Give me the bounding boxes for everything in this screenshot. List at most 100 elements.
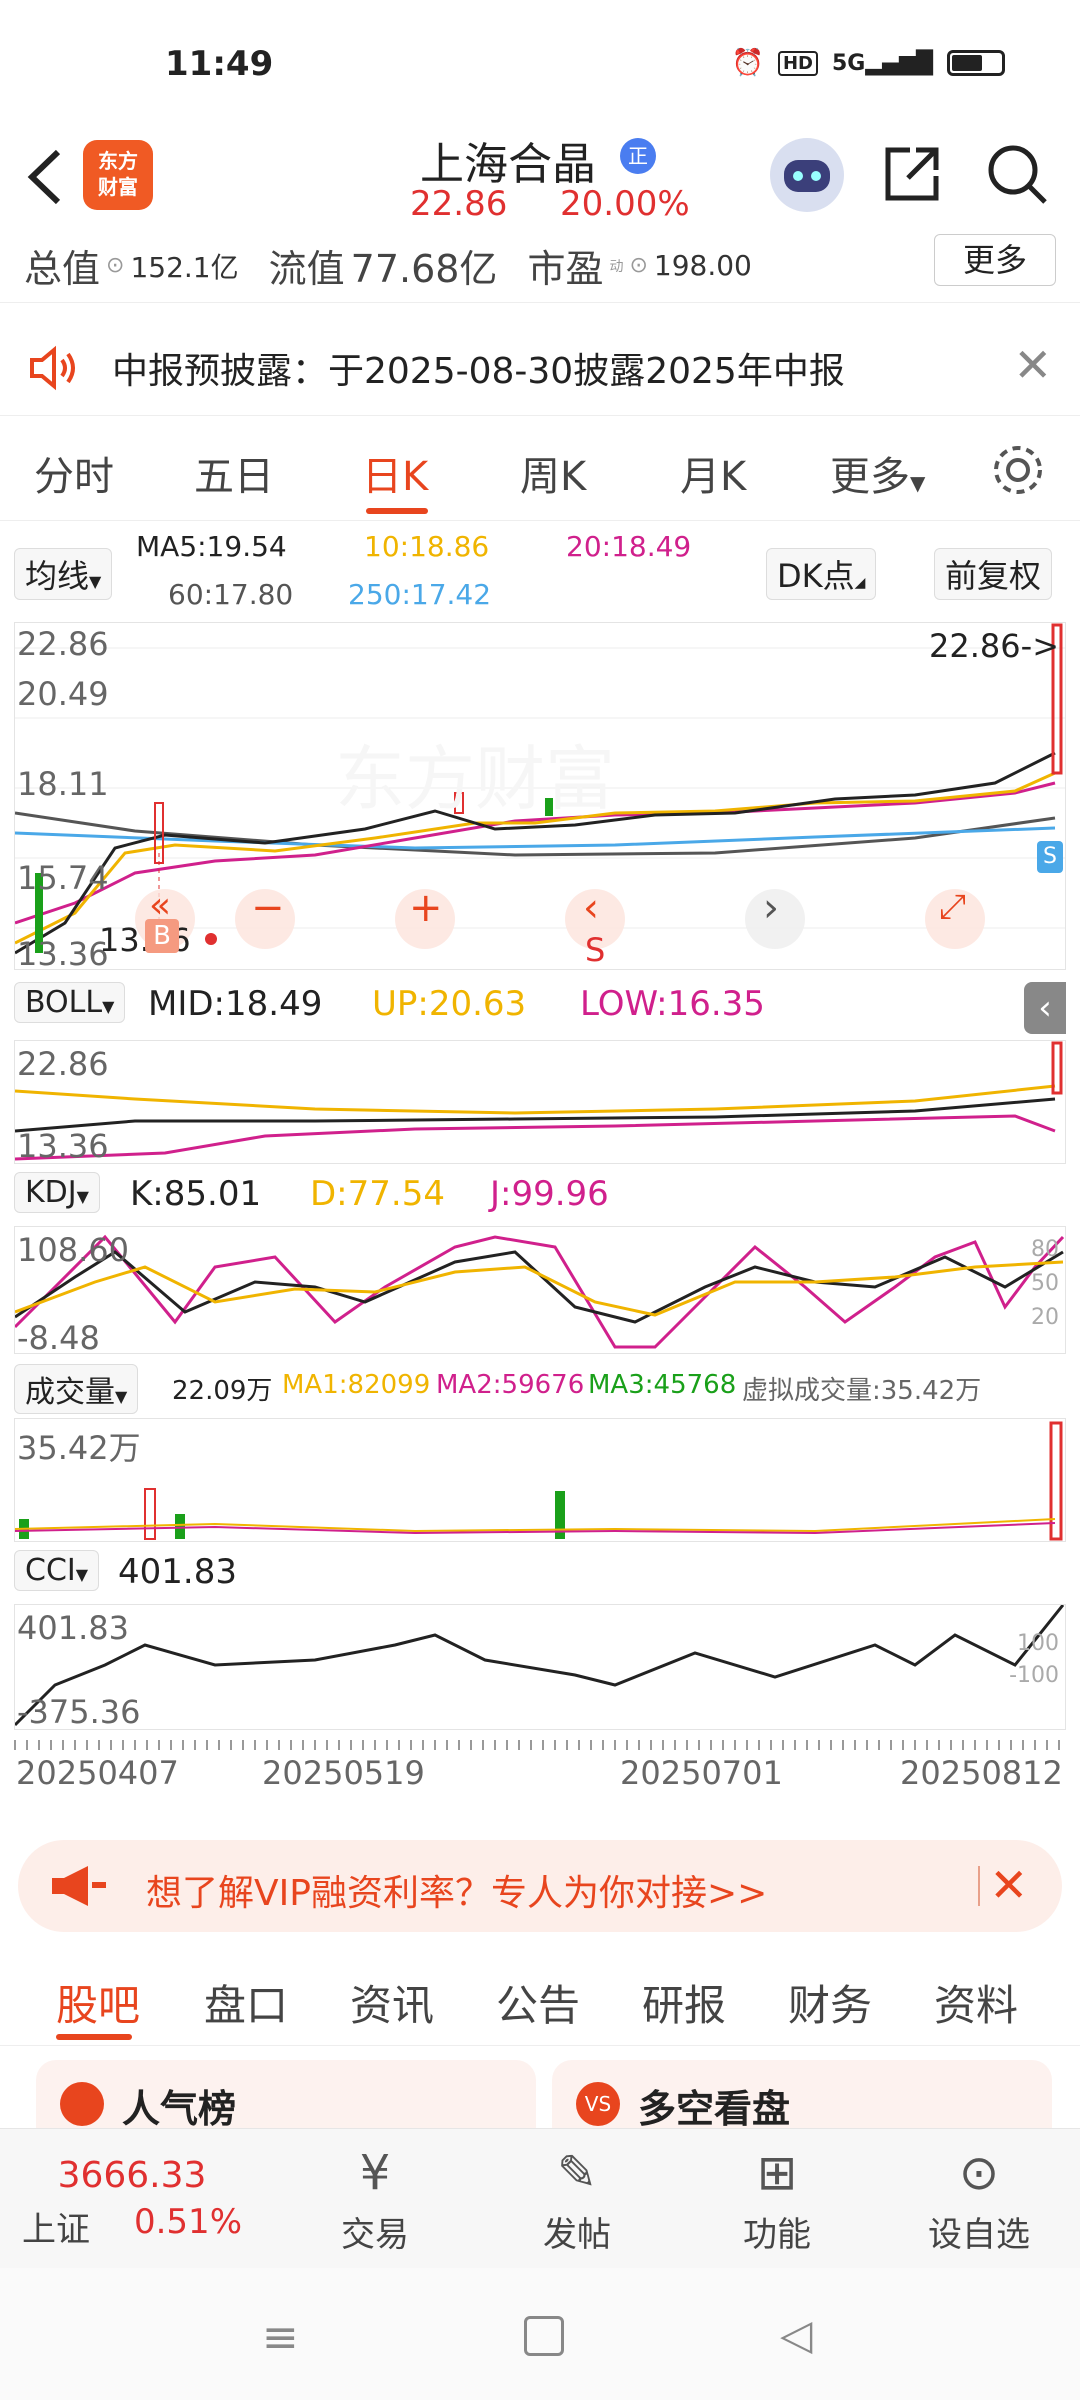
ma5-value: MA5:19.54 <box>136 530 287 563</box>
volume-plot <box>15 1421 1063 1541</box>
kdj-ref-80: 80 <box>1031 1237 1059 1262</box>
more-metrics-button[interactable]: 更多 <box>934 234 1056 286</box>
ai-assistant-icon[interactable] <box>770 138 844 212</box>
ma-selector[interactable]: 均线▼ <box>14 548 113 600</box>
trade-label: 交易 <box>341 2215 409 2255</box>
popularity-card[interactable]: 人气榜 <box>36 2060 536 2131</box>
search-icon[interactable] <box>985 142 1049 206</box>
app-logo[interactable]: 东方 财富 <box>83 140 153 210</box>
vs-icon: VS <box>576 2082 620 2126</box>
status-bar: 11:49 ⏰ HD 5G▂▄▆█ <box>0 0 1080 120</box>
volume-selector[interactable]: 成交量▼ <box>14 1364 139 1414</box>
tab-finance[interactable]: 财务 <box>788 1972 872 2033</box>
functions-label: 功能 <box>743 2215 811 2255</box>
tab-five-day[interactable]: 五日 <box>194 444 274 502</box>
home-icon[interactable] <box>524 2316 564 2356</box>
tab-daily-k[interactable]: 日K <box>362 444 428 502</box>
boll-legend: BOLL▼ MID:18.49 UP:20.63 LOW:16.35 ‹ <box>14 978 1066 1038</box>
stock-metrics-bar: 总值 ⊙ 152.1亿 流值 77.68亿 市盈 动 ⊙ 198.00 更多 <box>0 230 1080 303</box>
bull-bear-card[interactable]: VS 多空看盘 <box>552 2060 1052 2131</box>
chevron-double-left-icon[interactable]: « <box>149 885 171 926</box>
tab-profile[interactable]: 资料 <box>934 1972 1018 2033</box>
promo-banner[interactable]: 想了解VIP融资利率？专人为你对接>> ✕ <box>18 1840 1062 1932</box>
dk-point-button[interactable]: DK点◢ <box>766 548 877 600</box>
tab-announcements[interactable]: 公告 <box>496 1972 580 2033</box>
collapse-panel-icon[interactable]: ‹ <box>1024 982 1066 1034</box>
cci-value: 401.83 <box>118 1552 237 1592</box>
boll-up: UP:20.63 <box>372 984 527 1024</box>
boll-mid: MID:18.49 <box>148 984 323 1024</box>
date-label-1: 20250407 <box>16 1754 179 1792</box>
volume-chart[interactable]: 35.42万 <box>14 1418 1066 1542</box>
index-widget[interactable]: 3666.33 上证 0.51% <box>22 2155 242 2251</box>
axis-level2: 20.49 <box>17 675 109 713</box>
adjust-button[interactable]: 前复权 <box>934 548 1053 600</box>
sell-marker[interactable]: S <box>585 931 605 969</box>
chevron-right-icon[interactable]: › <box>763 885 779 931</box>
index-value: 3666.33 <box>57 2155 207 2196</box>
tab-orderbook[interactable]: 盘口 <box>204 1972 288 2033</box>
total-value: 152.1亿 <box>130 250 239 284</box>
logo-text-2: 财富 <box>98 175 138 199</box>
pe-value: 198.00 <box>653 249 752 282</box>
post-button[interactable]: ✎ 发帖 <box>512 2145 642 2256</box>
cci-selector[interactable]: CCI▼ <box>14 1550 100 1591</box>
functions-button[interactable]: ⊞ 功能 <box>712 2145 842 2256</box>
index-change: 0.51% <box>133 2202 242 2242</box>
chart-icon <box>60 2082 104 2126</box>
boll-axis-high: 22.86 <box>17 1045 109 1083</box>
main-kline-chart[interactable]: 东方财富 22.86 20.49 18.11 15.74 13.36 22.86… <box>14 622 1066 973</box>
kdj-legend: KDJ▼ K:85.01 D:77.54 J:99.96 <box>14 1166 1066 1226</box>
share-icon[interactable] <box>880 142 944 206</box>
alarm-icon: ⏰ <box>731 48 764 78</box>
volume-value: 22.09万 <box>172 1376 273 1406</box>
chevron-left-icon <box>27 149 61 205</box>
tab-monthly-k[interactable]: 月K <box>680 444 746 502</box>
kdj-selector-label: KDJ <box>25 1175 77 1210</box>
cci-axis-high: 401.83 <box>17 1609 129 1647</box>
add-watchlist-button[interactable]: ⊙ 设自选 <box>914 2145 1044 2256</box>
active-tab-indicator <box>366 508 428 514</box>
kdj-chart[interactable]: 108.60 -8.48 80 50 20 <box>14 1226 1066 1357</box>
zoom-out-icon[interactable]: − <box>251 885 285 931</box>
date-label-3: 20250701 <box>620 1754 783 1792</box>
promo-text: 想了解VIP融资利率？专人为你对接>> <box>146 1873 768 1914</box>
tab-weekly-k[interactable]: 周K <box>520 444 586 502</box>
kdj-k: K:85.01 <box>130 1174 262 1214</box>
boll-selector-label: BOLL <box>25 985 103 1020</box>
boll-chart[interactable]: 22.86 13.36 <box>14 1040 1066 1165</box>
zoom-in-icon[interactable]: + <box>409 885 443 931</box>
index-name: 上证 <box>22 2210 90 2250</box>
post-label: 发帖 <box>543 2215 611 2255</box>
notice-bar[interactable]: 中报预披露：于2025-08-30披露2025年中报 ✕ <box>0 320 1080 416</box>
notice-text: 中报预披露：于2025-08-30披露2025年中报 <box>112 351 845 392</box>
chevron-left-icon[interactable]: ‹ <box>583 885 599 931</box>
axis-level4: 15.74 <box>17 859 109 897</box>
tab-news[interactable]: 资讯 <box>350 1972 434 2033</box>
tab-intraday[interactable]: 分时 <box>34 444 114 502</box>
content-tabs: 股吧 盘口 资讯 公告 研报 财务 资料 <box>0 1950 1080 2046</box>
trade-button[interactable]: ¥ 交易 <box>310 2145 440 2256</box>
more-dots-icon: ⊙ <box>958 2145 1000 2201</box>
close-icon[interactable]: ✕ <box>989 1858 1028 1912</box>
tab-more[interactable]: 更多▼ <box>830 444 925 502</box>
back-button[interactable] <box>20 142 80 212</box>
close-icon[interactable]: ✕ <box>1013 338 1052 392</box>
kdj-selector[interactable]: KDJ▼ <box>14 1172 100 1213</box>
menu-icon[interactable]: ≡ <box>262 2312 299 2363</box>
ma-selector-label: 均线 <box>25 557 90 595</box>
cci-chart[interactable]: 401.83 -375.36 100 -100 <box>14 1604 1066 1731</box>
back-triangle-icon[interactable]: ◁ <box>780 2310 812 2359</box>
kdj-ref-50: 50 <box>1031 1271 1059 1296</box>
info-icon: ⊙ <box>106 253 125 278</box>
watchlist-label: 设自选 <box>928 2215 1030 2255</box>
expand-icon[interactable]: ⤢ <box>939 887 966 927</box>
tab-forum[interactable]: 股吧 <box>56 1972 140 2033</box>
stock-name: 上海合晶 <box>420 139 596 190</box>
date-label-4: 20250812 <box>900 1754 1063 1792</box>
boll-selector[interactable]: BOLL▼ <box>14 982 126 1023</box>
gear-icon[interactable] <box>990 442 1046 502</box>
active-tab-indicator <box>56 2034 132 2040</box>
caret-down-icon: ▼ <box>115 1387 128 1406</box>
tab-research[interactable]: 研报 <box>642 1972 726 2033</box>
